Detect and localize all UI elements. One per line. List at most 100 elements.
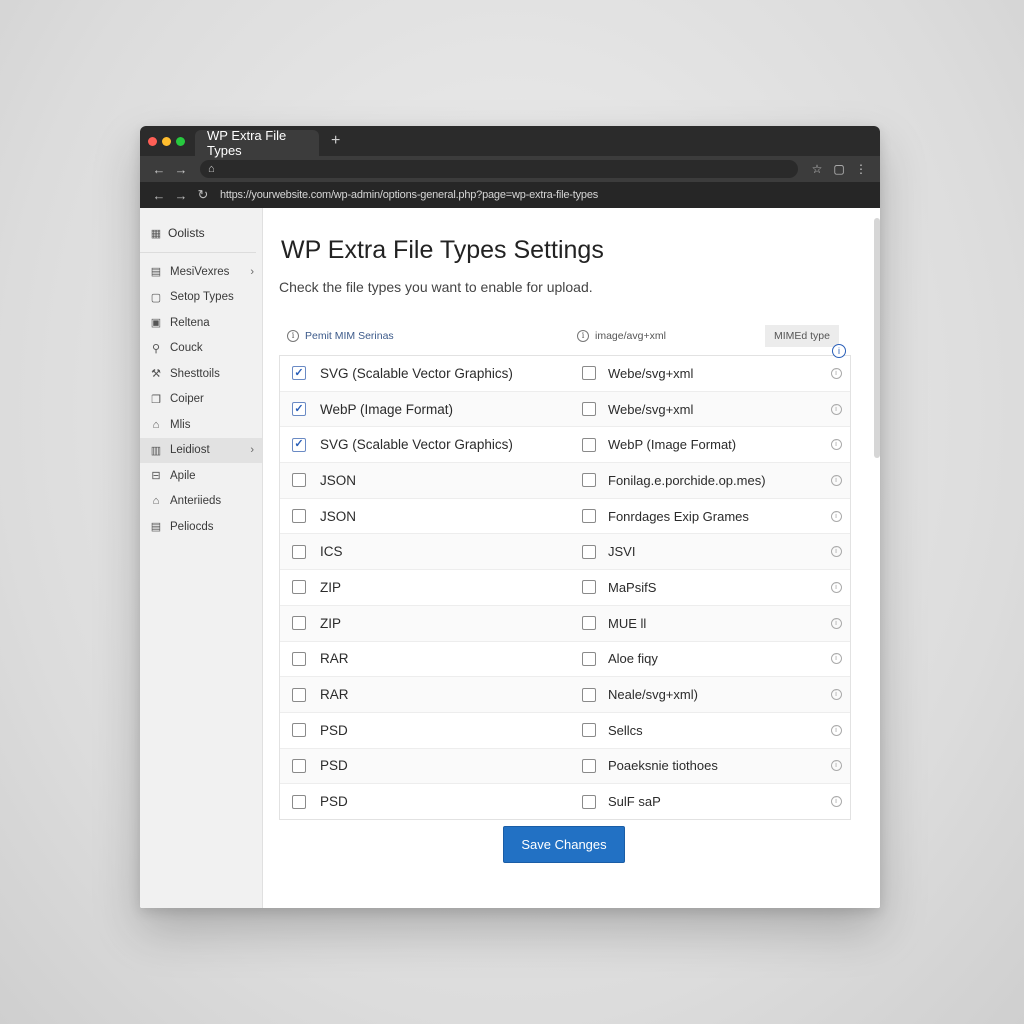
file-type-cell: RAR xyxy=(280,651,582,666)
mime-checkbox[interactable] xyxy=(582,544,596,559)
mime-cell: JSVI xyxy=(582,544,822,559)
sidebar-header: ▦ Oolists xyxy=(140,220,256,253)
sidebar-item[interactable]: ⚒ Shesttoils xyxy=(140,361,262,387)
sidebar-item[interactable]: ⊟ Apile xyxy=(140,463,262,489)
sidebar-item[interactable]: ⚲ Couck xyxy=(140,336,262,362)
main-content: WP Extra File Types Settings Check the f… xyxy=(263,208,880,908)
address-bar[interactable]: https://yourwebsite.com/wp-admin/options… xyxy=(220,189,598,201)
mime-checkbox[interactable] xyxy=(582,687,596,702)
sidebar-item[interactable]: ⌂ Anteriieds xyxy=(140,489,262,515)
mime-checkbox[interactable] xyxy=(582,473,596,488)
address-row: ← → ↻ https://yourwebsite.com/wp-admin/o… xyxy=(140,182,880,208)
file-type-checkbox[interactable]: ✓ xyxy=(292,366,306,381)
sidebar-item[interactable]: ❐ Coiper xyxy=(140,387,262,413)
row-info-cell: i xyxy=(822,581,850,593)
info-icon[interactable]: i xyxy=(830,367,842,379)
omnibox[interactable]: ⌂ xyxy=(200,160,798,178)
maximize-window-button[interactable] xyxy=(176,136,185,146)
file-type-checkbox[interactable] xyxy=(292,651,306,666)
kebab-menu-icon[interactable]: ⋮ xyxy=(850,162,872,176)
info-icon[interactable]: i xyxy=(830,796,842,808)
file-type-checkbox[interactable] xyxy=(292,616,306,631)
mime-label: Aloe fiqy xyxy=(608,651,658,667)
info-icon[interactable]: i xyxy=(830,653,842,665)
sidebar-item[interactable]: ▤ MesiVexres › xyxy=(140,259,262,285)
info-icon[interactable]: i xyxy=(830,403,842,415)
mime-checkbox[interactable] xyxy=(582,616,596,631)
file-type-checkbox[interactable] xyxy=(292,794,306,809)
info-icon[interactable]: i xyxy=(830,617,842,629)
window-controls xyxy=(148,136,185,146)
new-tab-button[interactable]: + xyxy=(331,132,340,150)
file-type-cell: PSD xyxy=(280,794,582,809)
forward-arrow-icon[interactable]: → xyxy=(170,162,192,177)
tools-icon: ⚒ xyxy=(151,368,161,381)
back-arrow-icon[interactable]: ← xyxy=(148,162,170,177)
sidebar-item[interactable]: ⌂ Mlis xyxy=(140,412,262,438)
mime-checkbox[interactable] xyxy=(582,366,596,381)
table-row: ✓ SVG (Scalable Vector Graphics) WebP (Ima… xyxy=(280,427,850,464)
file-type-label: SVG (Scalable Vector Graphics) xyxy=(320,365,513,381)
sidebar-item-label: Reltena xyxy=(170,316,210,329)
minimize-window-button[interactable] xyxy=(162,136,171,146)
mime-checkbox[interactable] xyxy=(582,437,596,452)
mime-checkbox[interactable] xyxy=(582,580,596,595)
reload-icon[interactable]: ↻ xyxy=(192,187,214,203)
scrollbar[interactable] xyxy=(874,218,880,458)
file-type-cell: RAR xyxy=(280,687,582,702)
row-info-cell: i xyxy=(822,474,850,486)
mime-checkbox[interactable] xyxy=(582,758,596,773)
column-header-2-label: image/avg+xml xyxy=(595,330,666,342)
sidebar-item[interactable]: ▢ Setop Types xyxy=(140,285,262,311)
sidebar-item[interactable]: ▥ Leidiost › xyxy=(140,437,262,463)
sidebar-item-label: Couck xyxy=(170,342,203,355)
media-icon: ▤ xyxy=(150,266,162,279)
info-icon[interactable]: i xyxy=(830,724,842,736)
back-arrow-icon[interactable]: ← xyxy=(148,188,170,203)
mime-checkbox[interactable] xyxy=(582,402,596,417)
mime-label: Webe/svg+xml xyxy=(608,365,694,381)
file-type-label: JSON xyxy=(320,472,357,488)
lock-icon: ⊟ xyxy=(151,470,161,483)
sidebar-item[interactable]: ▣ Reltena xyxy=(140,310,262,336)
info-icon[interactable]: i xyxy=(830,546,842,558)
file-type-cell: PSD xyxy=(280,723,582,738)
file-type-checkbox[interactable] xyxy=(292,687,306,702)
mime-checkbox[interactable] xyxy=(582,651,596,666)
mime-checkbox[interactable] xyxy=(582,723,596,738)
file-type-cell: JSON xyxy=(280,509,582,524)
table-row: PSD SulF saP i xyxy=(280,784,850,819)
info-icon[interactable]: i xyxy=(830,760,842,772)
file-type-checkbox[interactable] xyxy=(292,758,306,773)
file-type-checkbox[interactable] xyxy=(292,723,306,738)
info-icon[interactable]: i xyxy=(830,474,842,486)
file-type-checkbox[interactable]: ✓ xyxy=(292,437,306,452)
table-row: PSD Poaeksnie tiothoes i xyxy=(280,748,850,785)
save-changes-button[interactable]: Save Changes xyxy=(503,825,625,863)
table-row: JSON Fonilag.e.porchide.op.mes) i xyxy=(280,463,850,499)
extension-icon[interactable]: ▢ xyxy=(828,162,850,176)
file-type-checkbox[interactable]: ✓ xyxy=(292,402,306,417)
file-type-cell: ICS xyxy=(280,544,582,559)
info-icon[interactable]: i xyxy=(830,689,842,701)
forward-arrow-icon[interactable]: → xyxy=(170,188,192,203)
toolbar-row: ← → ⌂ ☆ ▢ ⋮ xyxy=(140,156,880,182)
mime-cell: SulF saP xyxy=(582,794,822,809)
file-type-cell: JSON xyxy=(280,473,582,488)
sidebar-item[interactable]: ▤ Peliocds xyxy=(140,514,262,540)
file-type-checkbox[interactable] xyxy=(292,544,306,559)
sidebar-item-label: Apile xyxy=(170,469,196,482)
active-tab[interactable]: WP Extra File Types xyxy=(195,128,319,158)
info-icon[interactable]: i xyxy=(832,344,846,358)
info-icon[interactable]: i xyxy=(830,581,842,593)
file-type-checkbox[interactable] xyxy=(292,580,306,595)
mime-label: Fonilag.e.porchide.op.mes) xyxy=(608,472,766,488)
info-icon[interactable]: i xyxy=(830,439,842,451)
file-type-checkbox[interactable] xyxy=(292,509,306,524)
info-icon[interactable]: i xyxy=(830,510,842,522)
file-type-checkbox[interactable] xyxy=(292,473,306,488)
close-window-button[interactable] xyxy=(148,136,157,146)
mime-checkbox[interactable] xyxy=(582,794,596,809)
star-icon[interactable]: ☆ xyxy=(806,162,828,176)
mime-checkbox[interactable] xyxy=(582,509,596,524)
